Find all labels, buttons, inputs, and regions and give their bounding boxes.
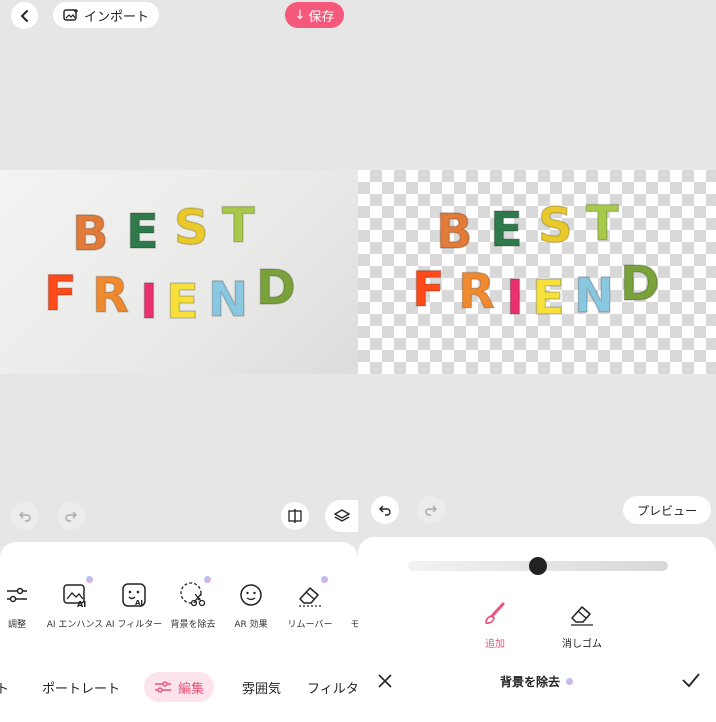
letter-t: T [586, 196, 619, 252]
tool-partial-icon-space [340, 580, 358, 610]
letter-i: I [506, 270, 524, 326]
letter-b: B [436, 204, 473, 260]
undo-button[interactable] [11, 502, 39, 530]
letter-i: I [140, 274, 158, 330]
redo-button[interactable] [57, 502, 85, 530]
tool-label: AR 効果 [234, 620, 268, 630]
undo-button[interactable] [371, 496, 399, 524]
letter-n: N [208, 272, 248, 328]
letter-e: E [126, 204, 159, 260]
tab-partial[interactable]: ト [0, 672, 9, 702]
check-icon [682, 673, 700, 688]
letter-f: F [412, 262, 445, 318]
brush-sheet: 追加 消しゴム 背景を除去 [358, 537, 716, 722]
letter-d: D [256, 260, 296, 316]
confirm-button[interactable] [681, 671, 701, 693]
redo-icon [65, 511, 77, 522]
download-arrow-icon: ↓ [294, 7, 306, 23]
letter-s: S [538, 198, 573, 254]
original-photo: B E S T F R I E N D [0, 170, 358, 374]
layers-button[interactable] [325, 500, 358, 532]
ai-enhance-icon: AI [60, 575, 94, 610]
import-button[interactable]: インポート [53, 2, 160, 28]
background-removal-panel: B E S T F R I E N D プレビュー 追加 消しゴム 背景を除去 [358, 0, 716, 722]
category-tabs: ト ポートレート 編集 雰囲気 フィルタ [0, 672, 358, 702]
letter-s: S [174, 200, 209, 256]
undo-icon [19, 511, 31, 522]
letter-b: B [72, 206, 109, 262]
editor-panel: インポート ↓ 保存 B E S T F R I E N D 調整 AI AI … [0, 0, 358, 722]
sliders-icon [2, 580, 32, 610]
ai-filter-icon: AI [119, 580, 149, 610]
tool-label: AI エンハンス [46, 620, 104, 630]
svg-text:AI: AI [77, 600, 86, 608]
letter-e2: E [166, 274, 199, 330]
letter-t: T [222, 198, 255, 254]
back-button[interactable] [11, 2, 38, 29]
layers-icon [333, 509, 350, 522]
compare-icon [288, 509, 302, 523]
tab-label: 雰囲気 [242, 681, 282, 697]
preview-button[interactable]: プレビュー [623, 496, 712, 524]
brush-icon [485, 602, 505, 624]
letter-e2: E [532, 270, 565, 326]
tool-label: 調整 [7, 620, 26, 630]
mode-add[interactable]: 追加 [460, 601, 530, 650]
tab-label: ト [0, 681, 10, 697]
mode-label: 消しゴム [562, 639, 602, 650]
image-plus-icon [63, 9, 78, 21]
slider-thumb[interactable] [529, 557, 547, 575]
cutout-photo: B E S T F R I E N D [358, 170, 716, 374]
letter-d: D [620, 256, 660, 312]
tools-sheet: 調整 AI AI エンハンス AI AI フィルター 背景を除去 AR 効果 リ… [0, 542, 358, 722]
mode-label: 追加 [485, 639, 505, 650]
letter-e: E [490, 202, 523, 258]
letter-f: F [44, 266, 77, 322]
svg-text:AI: AI [135, 599, 143, 607]
letter-n: N [574, 268, 614, 324]
eraser-icon [571, 606, 593, 626]
import-label: インポート [84, 9, 150, 25]
premium-badge-icon [85, 575, 94, 584]
save-label: 保存 [308, 9, 335, 25]
cutout-letters-image: B E S T F R I E N D [411, 195, 660, 327]
tab-label: ポートレート [42, 681, 121, 697]
title-label: 背景を除去 [499, 675, 560, 689]
letter-r: R [92, 268, 129, 324]
tool-partial[interactable]: モ [320, 580, 358, 630]
sliders-icon [155, 681, 171, 693]
undo-icon [379, 505, 391, 516]
tool-label: 背景を除去 [170, 620, 216, 630]
premium-badge-icon [565, 677, 574, 686]
tab-label: 編集 [178, 681, 205, 697]
chevron-left-icon [20, 9, 28, 22]
sheet-title: 背景を除去 [358, 673, 716, 690]
premium-badge-icon [203, 575, 212, 584]
tab-atmosphere[interactable]: 雰囲気 [242, 672, 281, 702]
letters-image: B E S T F R I E N D [43, 197, 296, 331]
tool-label: モ [350, 620, 358, 630]
tab-portrait[interactable]: ポートレート [42, 672, 120, 702]
tab-label: フィルタ [307, 681, 358, 697]
tab-filter[interactable]: フィルタ [307, 672, 358, 702]
save-button[interactable]: ↓ 保存 [285, 2, 344, 28]
ar-face-icon [236, 580, 266, 610]
redo-icon [425, 505, 437, 516]
compare-button[interactable] [281, 502, 309, 530]
tab-edit[interactable]: 編集 [144, 672, 215, 702]
redo-button[interactable] [417, 496, 445, 524]
tool-label: AI フィルター [105, 620, 163, 630]
mode-eraser[interactable]: 消しゴム [547, 601, 617, 650]
letter-r: R [458, 264, 495, 320]
preview-label: プレビュー [637, 503, 698, 518]
cut-background-icon [178, 575, 212, 610]
